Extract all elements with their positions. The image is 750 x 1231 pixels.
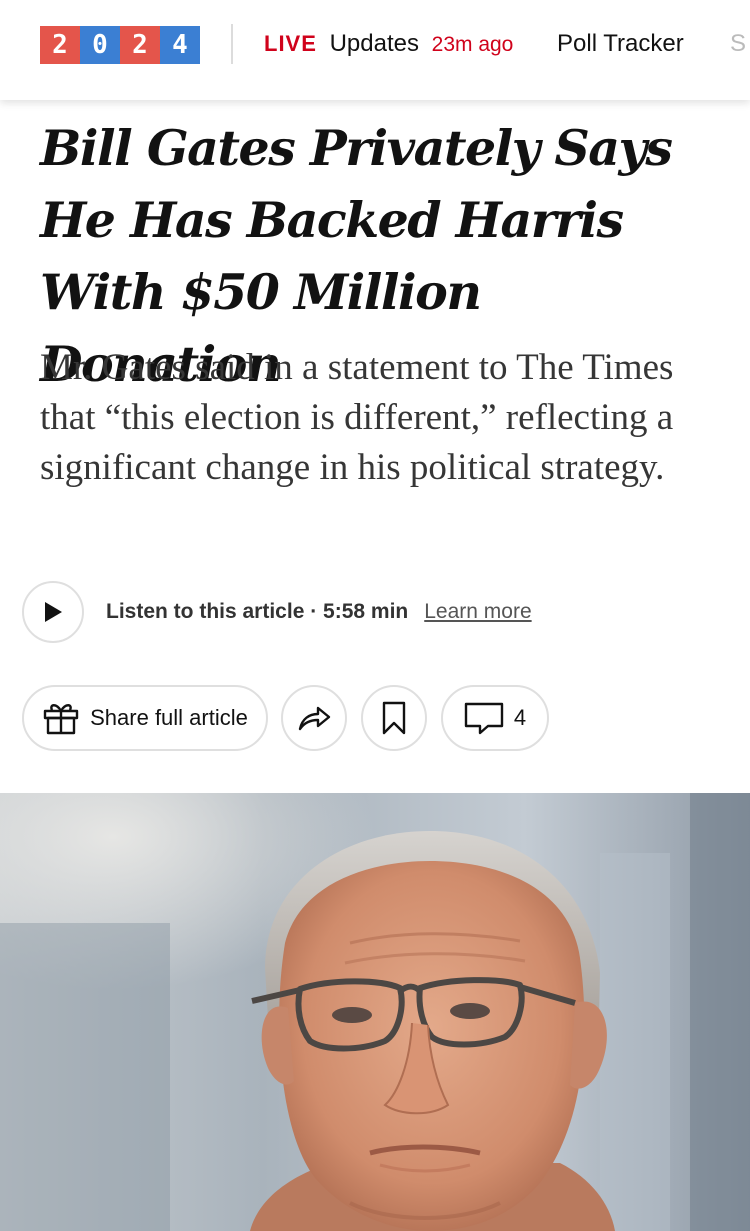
article-summary: Mr. Gates said in a statement to The Tim…	[40, 347, 674, 488]
comments-button[interactable]: 4	[441, 685, 549, 751]
nav-divider	[231, 24, 233, 64]
nav-next-item-partial[interactable]: S	[730, 30, 746, 58]
election-2024-logo[interactable]: 2 0 2 4	[40, 26, 200, 64]
logo-digit: 0	[80, 26, 120, 64]
live-updates-link[interactable]: LIVE Updates 23m ago	[264, 30, 513, 58]
live-tag: LIVE	[264, 31, 317, 56]
play-icon	[45, 602, 62, 622]
learn-more-link[interactable]: Learn more	[424, 600, 531, 624]
bookmark-icon	[382, 701, 406, 735]
live-updates-time: 23m ago	[431, 33, 514, 56]
gift-icon	[43, 704, 79, 735]
play-button[interactable]	[22, 581, 84, 643]
listen-label: Listen to this article · 5:58 min	[106, 600, 409, 623]
share-full-article-button[interactable]: Share full article	[22, 685, 268, 751]
logo-digit: 2	[40, 26, 80, 64]
poll-tracker-link[interactable]: Poll Tracker	[557, 30, 684, 58]
portrait-illustration	[0, 793, 750, 1231]
listen-row: Listen to this article · 5:58 min Learn …	[22, 580, 532, 644]
article-hero-photo	[0, 793, 750, 1231]
live-updates-label: Updates	[329, 30, 419, 57]
logo-digit: 4	[160, 26, 200, 64]
share-button[interactable]	[281, 685, 347, 751]
comment-count: 4	[513, 705, 527, 730]
share-arrow-icon	[298, 706, 331, 731]
share-full-article-label: Share full article	[90, 705, 248, 730]
comment-icon	[464, 702, 504, 735]
top-nav: 2 0 2 4 LIVE Updates 23m ago Poll Tracke…	[0, 0, 750, 100]
logo-digit: 2	[120, 26, 160, 64]
save-bookmark-button[interactable]	[361, 685, 427, 751]
